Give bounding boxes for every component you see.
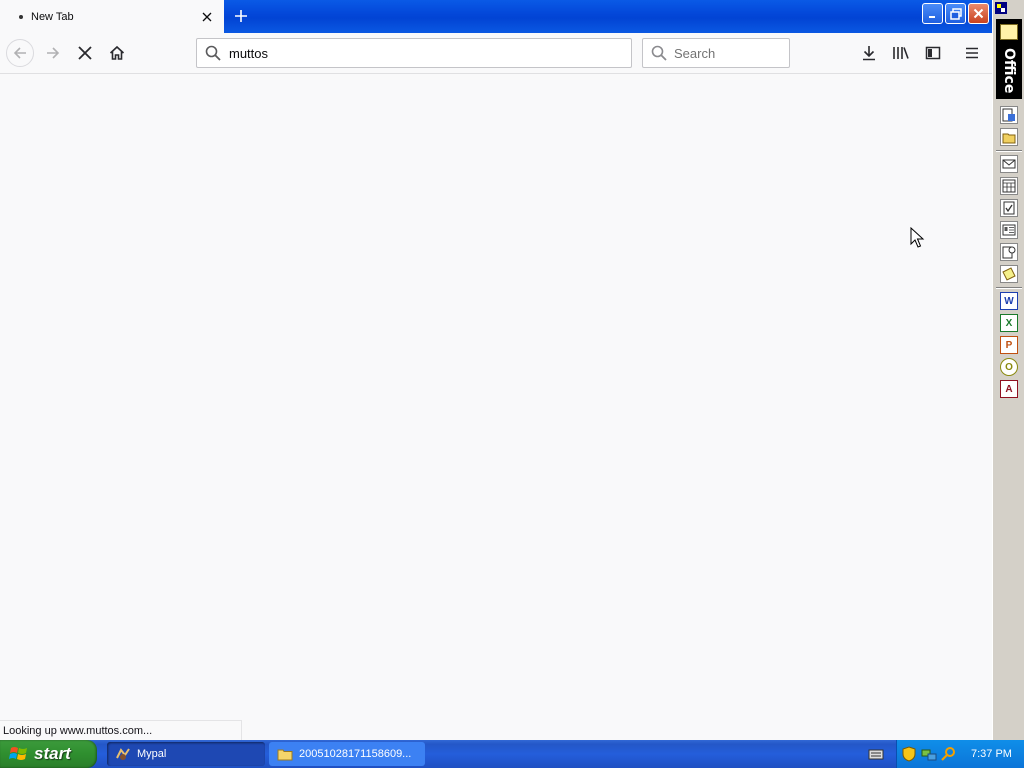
microsoft-access-icon[interactable]: A xyxy=(1000,380,1018,398)
new-office-document-icon[interactable] xyxy=(1000,106,1018,124)
new-note-icon[interactable] xyxy=(1000,265,1018,283)
stop-icon xyxy=(78,46,92,60)
system-tray: 7:37 PM xyxy=(896,740,1024,768)
network-icon[interactable] xyxy=(921,746,937,762)
keyboard-icon[interactable] xyxy=(868,747,884,761)
navigation-toolbar xyxy=(0,33,992,74)
minimize-button[interactable] xyxy=(922,3,943,24)
page-content-area[interactable] xyxy=(0,74,992,740)
search-icon xyxy=(651,44,669,62)
clock: 7:37 PM xyxy=(971,748,1012,760)
office-bar-separator xyxy=(996,150,1022,152)
microsoft-powerpoint-icon[interactable]: P xyxy=(1000,336,1018,354)
microsoft-outlook-icon[interactable]: O xyxy=(1000,358,1018,376)
new-message-icon[interactable] xyxy=(1000,155,1018,173)
start-label: start xyxy=(34,744,71,763)
folder-icon xyxy=(277,749,293,761)
search-icon xyxy=(205,44,223,62)
sidebar-icon xyxy=(925,46,941,60)
security-shield-icon[interactable] xyxy=(901,746,917,762)
back-arrow-icon xyxy=(13,47,26,59)
taskbar-item-label: 20051028171158609... xyxy=(299,748,412,760)
address-bar[interactable] xyxy=(196,38,632,68)
folder-icon xyxy=(1000,24,1018,40)
downloads-button[interactable] xyxy=(855,39,883,67)
browser-titlebar: New Tab xyxy=(0,0,992,33)
menu-button[interactable] xyxy=(958,39,986,67)
url-input[interactable] xyxy=(229,45,609,61)
home-button[interactable] xyxy=(103,39,131,67)
microsoft-word-icon[interactable]: W xyxy=(1000,292,1018,310)
taskbar-item-label: Mypal xyxy=(137,748,167,760)
office-shortcut-bar: Office W X P O A xyxy=(992,0,1024,740)
back-button[interactable] xyxy=(6,39,34,67)
taskbar-item-folder[interactable]: 20051028171158609... xyxy=(269,742,425,766)
tab-new-tab[interactable]: New Tab xyxy=(0,0,224,33)
restore-button[interactable] xyxy=(945,3,966,24)
tab-title: New Tab xyxy=(31,10,74,23)
office-label: Office xyxy=(1001,48,1017,94)
mypal-app-icon xyxy=(116,748,130,760)
taskbar-item-mypal[interactable]: Mypal xyxy=(107,742,265,766)
office-bar-separator xyxy=(996,287,1022,289)
new-tab-button[interactable] xyxy=(229,5,253,27)
search-tray-icon[interactable] xyxy=(941,746,957,762)
library-icon xyxy=(893,47,909,59)
status-panel: Looking up www.muttos.com... xyxy=(0,720,242,740)
close-button[interactable] xyxy=(968,3,989,24)
search-input[interactable] xyxy=(674,45,784,61)
tab-loading-indicator xyxy=(19,14,23,19)
stop-button[interactable] xyxy=(71,39,99,67)
hamburger-menu-icon xyxy=(966,47,978,59)
forward-arrow-icon xyxy=(47,47,60,59)
office-title-panel[interactable]: Office xyxy=(996,19,1022,99)
new-task-icon[interactable] xyxy=(1000,199,1018,217)
library-button[interactable] xyxy=(887,39,915,67)
new-appointment-icon[interactable] xyxy=(1000,177,1018,195)
tab-close-icon[interactable] xyxy=(197,7,217,27)
forward-button[interactable] xyxy=(39,39,67,67)
windows-logo-icon xyxy=(9,747,27,760)
download-icon xyxy=(863,46,875,61)
open-office-document-icon[interactable] xyxy=(1000,128,1018,146)
new-contact-icon[interactable] xyxy=(1000,221,1018,239)
microsoft-excel-icon[interactable]: X xyxy=(1000,314,1018,332)
start-button[interactable]: start xyxy=(0,740,97,768)
new-journal-entry-icon[interactable] xyxy=(1000,243,1018,261)
search-bar[interactable] xyxy=(642,38,790,68)
mouse-cursor-icon xyxy=(910,227,925,248)
taskbar: start Mypal 20051028171158609... 7:37 PM xyxy=(0,740,1024,768)
office-bar-control-icon[interactable] xyxy=(995,2,1007,14)
home-icon xyxy=(109,45,125,60)
sidebar-button[interactable] xyxy=(919,39,947,67)
